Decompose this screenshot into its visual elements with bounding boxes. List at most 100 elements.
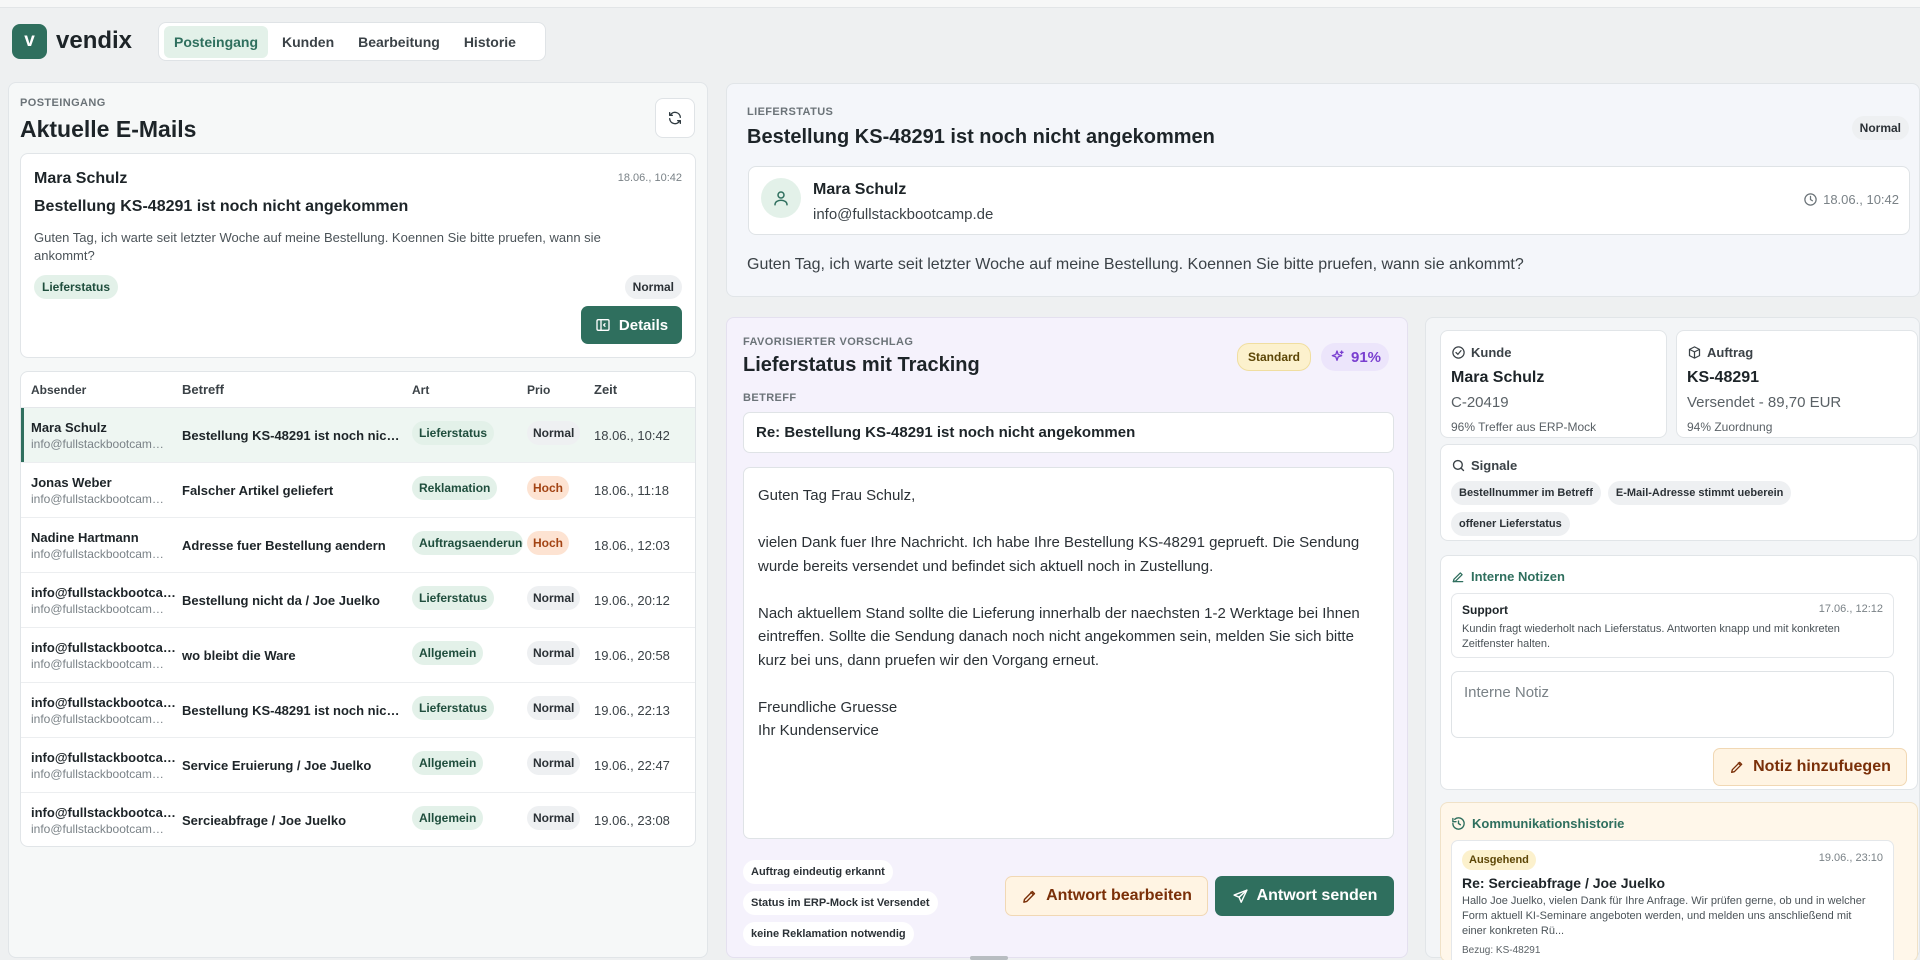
signal-tags: Bestellnummer im Betreff E-Mail-Adresse …	[1451, 481, 1891, 536]
mail-body: Guten Tag, ich warte seit letzter Woche …	[747, 256, 1524, 273]
inbox-panel: POSTEINGANG Aktuelle E-Mails Mara Schulz…	[8, 82, 708, 958]
context-panel: Kunde Mara Schulz C-20419 96% Treffer au…	[1425, 317, 1920, 960]
sender-name: Mara Schulz	[813, 181, 907, 198]
check-circle-icon	[1452, 346, 1465, 359]
edit-reply-label: Antwort bearbeiten	[1046, 887, 1192, 904]
history-subject: Re: Sercieabfrage / Joe Juelko	[1462, 875, 1666, 891]
row-type: Lieferstatus	[412, 585, 527, 615]
table-body: Mara Schulz info@fullstackbootcamp.de Best…	[21, 408, 695, 846]
mail-table: Absender Betreff Art Prio Zeit Mara Schu…	[20, 371, 696, 847]
inbox-title: Aktuelle E-Mails	[20, 116, 197, 142]
tab-posteingang[interactable]: Posteingang	[164, 25, 269, 58]
details-button[interactable]: Details	[581, 306, 682, 344]
preview-sender: Mara Schulz	[34, 170, 128, 187]
communication-history-card: Kommunikationshistorie Ausgehend 19.06.,…	[1440, 802, 1918, 960]
table-row[interactable]: Mara Schulz info@fullstackbootcamp.de Best…	[21, 408, 695, 463]
refresh-button[interactable]	[655, 98, 695, 138]
reply-body-line	[758, 578, 1379, 602]
customer-id: C-20419	[1451, 394, 1509, 411]
tab-bearbeitung[interactable]: Bearbeitung	[348, 26, 450, 58]
col-betreff[interactable]: Betreff	[182, 382, 412, 397]
row-time: 19.06., 22:13	[594, 702, 670, 718]
row-time: 18.06., 12:03	[594, 537, 670, 553]
col-prio[interactable]: Prio	[527, 383, 594, 397]
sparkle-icon	[1331, 350, 1344, 361]
row-type: Lieferstatus	[412, 420, 527, 450]
col-zeit[interactable]: Zeit	[594, 382, 684, 397]
row-type: Allgemein	[412, 805, 527, 835]
history-item[interactable]: Ausgehend 19.06., 23:10 Re: Sercieabfrag…	[1451, 840, 1894, 960]
customer-card[interactable]: Kunde Mara Schulz C-20419 96% Treffer au…	[1440, 330, 1667, 438]
table-row[interactable]: info@fullstackbootcamp.deinfo@fullstackb…	[21, 628, 695, 683]
note-input[interactable]	[1451, 671, 1894, 738]
signals-label-row: Signale	[1451, 458, 1517, 473]
row-time: 18.06., 10:42	[594, 427, 670, 443]
customer-match: 96% Treffer aus ERP-Mock	[1451, 420, 1597, 434]
note-time: 17.06., 12:12	[1818, 603, 1883, 615]
row-sender: info@fullstackbootcamp.deinfo@fullstackb…	[21, 805, 182, 836]
order-label-row: Auftrag	[1687, 345, 1753, 360]
history-time: 19.06., 23:10	[1818, 852, 1883, 864]
edit-reply-button[interactable]: Antwort bearbeiten	[1005, 876, 1208, 916]
row-time: 19.06., 20:12	[594, 592, 670, 608]
prio-badge: Hoch	[527, 475, 569, 500]
type-badge: Reklamation	[412, 475, 498, 500]
row-sender-name: info@fullstackbootcamp.de	[31, 804, 176, 820]
reply-subject-field[interactable]: Re: Bestellung KS-48291 ist noch nicht a…	[743, 412, 1394, 453]
order-status: Versendet - 89,70 EUR	[1687, 394, 1842, 411]
internal-notes-card: Interne Notizen Support 17.06., 12:12 Ku…	[1440, 555, 1918, 790]
details-label: Details	[618, 316, 669, 334]
tab-historie[interactable]: Historie	[454, 26, 526, 58]
add-note-label: Notiz hinzufuegen	[1753, 758, 1891, 775]
table-row[interactable]: info@fullstackbootcamp.deinfo@fullstackb…	[21, 793, 695, 846]
row-sender-name: Nadine Hartmann	[31, 529, 139, 545]
row-prio: Normal	[527, 750, 594, 780]
send-reply-label: Antwort senden	[1256, 887, 1378, 904]
table-row[interactable]: info@fullstackbootcamp.deinfo@fullstackb…	[21, 573, 695, 628]
row-prio: Normal	[527, 585, 594, 615]
row-subject: Adresse fuer Bestellung aendern	[182, 537, 386, 553]
tab-kunden[interactable]: Kunden	[272, 26, 344, 58]
check-order-recognized: Auftrag eindeutig erkannt	[743, 860, 893, 884]
col-art[interactable]: Art	[412, 383, 527, 397]
confidence-score: 91%	[1321, 343, 1390, 371]
selected-mail-preview[interactable]: Mara Schulz 18.06., 10:42 Bestellung KS-…	[20, 153, 696, 358]
table-row[interactable]: Nadine Hartmann info@fullstackbootcamp.de…	[21, 518, 695, 573]
row-type: Allgemein	[412, 750, 527, 780]
mail-subject: Bestellung KS-48291 ist noch nicht angek…	[747, 126, 1215, 148]
preview-type-badge: Lieferstatus	[34, 275, 119, 299]
col-absender[interactable]: Absender	[21, 383, 182, 397]
table-header: Absender Betreff Art Prio Zeit	[21, 372, 695, 408]
reply-body-field[interactable]: Guten Tag Frau Schulz, vielen Dank fuer I…	[743, 467, 1394, 839]
row-time: 18.06., 11:18	[594, 482, 669, 498]
note-text: Kundin fragt wiederholt nach Lieferstatu…	[1462, 623, 1840, 650]
table-row[interactable]: info@fullstackbootcamp.deinfo@fullstackb…	[21, 683, 695, 738]
main-nav: Posteingang Kunden Bearbeitung Historie	[158, 22, 546, 61]
table-row[interactable]: Jonas Weber info@fullstackbootcamp.de Fals…	[21, 463, 695, 518]
send-reply-button[interactable]: Antwort senden	[1215, 876, 1394, 916]
panel-icon	[596, 319, 610, 331]
order-card[interactable]: Auftrag KS-48291 Versendet - 89,70 EUR 9…	[1676, 330, 1918, 438]
signals-label: Signale	[1471, 458, 1518, 473]
prio-badge: Normal	[527, 640, 581, 665]
standard-badge: Standard	[1237, 343, 1312, 371]
row-sender: Mara Schulz info@fullstackbootcamp.de	[21, 420, 182, 451]
refresh-icon	[669, 111, 681, 125]
row-sender-email: info@fullstackbootcamp.de	[31, 546, 169, 561]
order-label: Auftrag	[1707, 345, 1754, 360]
package-icon	[1688, 346, 1701, 359]
row-subject: Bestellung KS-48291 ist noch nicht angek…	[182, 702, 412, 718]
add-note-button[interactable]: Notiz hinzufuegen	[1713, 748, 1907, 786]
resize-handle[interactable]	[970, 956, 1008, 960]
mail-prio-badge: Normal	[1851, 116, 1909, 140]
preview-time: 18.06., 10:42	[617, 172, 682, 184]
row-time: 19.06., 20:58	[594, 647, 670, 663]
row-time: 19.06., 22:47	[594, 757, 670, 773]
row-sender-email: info@fullstackbootcamp.de	[31, 821, 169, 836]
pencil-icon	[1452, 571, 1464, 582]
row-subject: Falscher Artikel geliefert	[182, 482, 334, 498]
type-badge: Lieferstatus	[412, 420, 495, 445]
table-row[interactable]: info@fullstackbootcamp.deinfo@fullstackb…	[21, 738, 695, 793]
row-sender: Jonas Weber info@fullstackbootcamp.de	[21, 475, 182, 506]
history-ref: Bezug: KS-48291	[1462, 945, 1541, 956]
